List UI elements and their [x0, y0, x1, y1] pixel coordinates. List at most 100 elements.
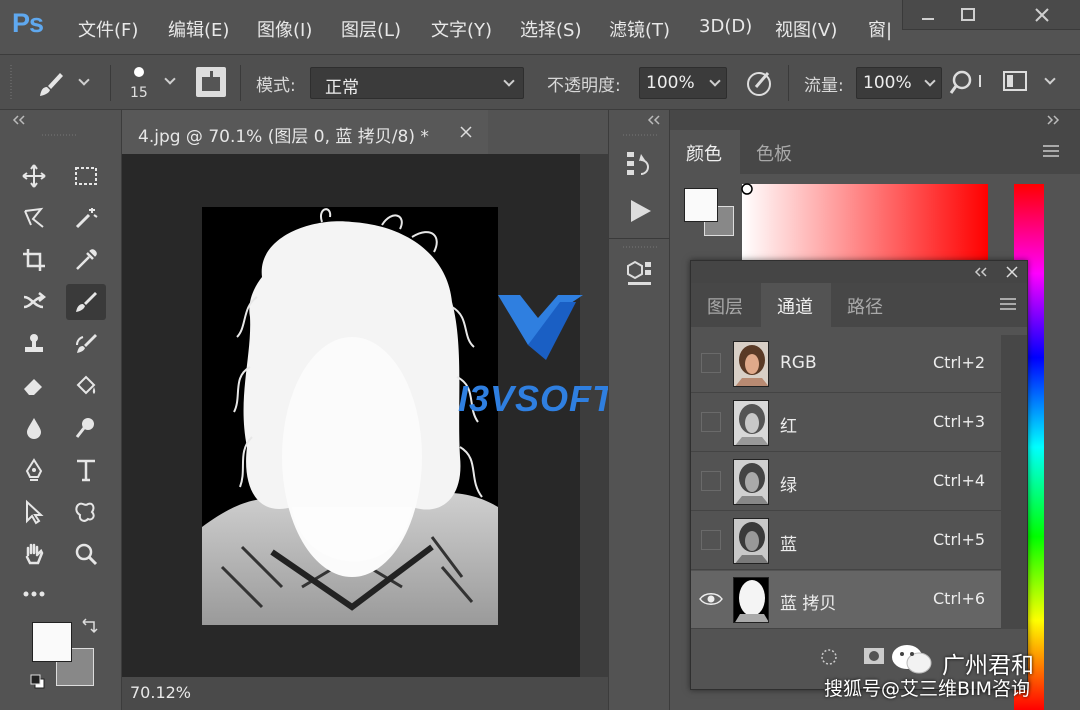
collapse-icon[interactable]	[973, 266, 989, 278]
tab-layers[interactable]: 图层	[691, 283, 761, 327]
menu-3d[interactable]: 3D(D)	[699, 16, 752, 37]
eyedropper-tool[interactable]	[66, 242, 106, 278]
menu-select[interactable]: 选择(S)	[520, 16, 581, 42]
expand-icon[interactable]	[1044, 114, 1064, 126]
zoom-level[interactable]: 70.12%	[130, 683, 191, 702]
visibility-toggle[interactable]	[701, 471, 721, 491]
brush-size-picker[interactable]: 15	[126, 61, 182, 105]
brush-tool[interactable]	[66, 284, 106, 320]
brush-tip-icon	[134, 67, 144, 77]
magic-wand-tool[interactable]	[66, 200, 106, 236]
pen-tool[interactable]	[14, 452, 54, 488]
menu-bar: Ps 文件(F) 编辑(E) 图像(I) 图层(L) 文字(Y) 选择(S) 滤…	[0, 0, 1080, 54]
chevron-down-icon	[1044, 73, 1056, 85]
menu-type[interactable]: 文字(Y)	[431, 16, 492, 42]
lasso-tool[interactable]	[14, 200, 54, 236]
default-colors-icon[interactable]	[30, 674, 46, 690]
hand-tool[interactable]	[14, 536, 54, 572]
shape-tool[interactable]	[66, 494, 106, 530]
panel-header	[670, 110, 1080, 130]
move-tool[interactable]	[14, 158, 54, 194]
paint-bucket-tool[interactable]	[66, 368, 106, 404]
channel-image[interactable]	[202, 207, 498, 625]
zoom-tool[interactable]	[66, 536, 106, 572]
channel-shortcut: Ctrl+3	[933, 412, 986, 431]
document-tab[interactable]: 4.jpg @ 70.1% (图层 0, 蓝 拷贝/8) *	[122, 110, 488, 154]
vertical-scrollbar[interactable]	[1001, 335, 1027, 629]
chevron-down-icon	[78, 74, 90, 86]
channel-thumbnail	[733, 518, 769, 564]
3d-panel-button[interactable]	[623, 256, 657, 290]
play-icon	[631, 200, 651, 222]
visibility-toggle[interactable]	[701, 412, 721, 432]
clone-stamp-tool[interactable]	[14, 326, 54, 362]
channel-row-green[interactable]: 绿 Ctrl+4	[691, 453, 1001, 511]
menu-edit[interactable]: 编辑(E)	[168, 16, 229, 42]
pressure-opacity-button[interactable]	[744, 67, 776, 99]
edit-toolbar-button[interactable]	[14, 576, 54, 612]
path-selection-tool[interactable]	[14, 494, 54, 530]
credit-line2: 搜狐号@艾三维BIM咨询	[824, 678, 1031, 700]
symmetry-icon	[1003, 71, 1027, 91]
brush-settings-button[interactable]	[196, 67, 226, 97]
menu-image[interactable]: 图像(I)	[257, 16, 312, 42]
flow-input[interactable]: 100%	[856, 67, 942, 99]
close-button[interactable]	[1003, 0, 1080, 30]
status-bar: 70.12%	[122, 677, 608, 710]
eye-icon[interactable]	[699, 591, 723, 607]
maximize-button[interactable]	[943, 0, 993, 30]
load-selection-icon[interactable]	[819, 647, 839, 667]
tab-channels[interactable]: 通道	[761, 283, 831, 327]
marquee-tool[interactable]	[66, 158, 106, 194]
color-field[interactable]	[742, 184, 988, 264]
menu-view[interactable]: 视图(V)	[775, 16, 837, 42]
type-tool[interactable]	[66, 452, 106, 488]
channel-row-blue-copy[interactable]: 蓝 拷贝 Ctrl+6	[691, 571, 1001, 629]
foreground-color-swatch[interactable]	[684, 188, 718, 222]
channel-row-red[interactable]: 红 Ctrl+3	[691, 394, 1001, 452]
crop-tool[interactable]	[14, 242, 54, 278]
channel-name: 红	[780, 417, 797, 437]
channel-row-rgb[interactable]: RGB Ctrl+2	[691, 335, 1001, 393]
menu-layer[interactable]: 图层(L)	[341, 16, 401, 42]
zoom-icon	[75, 543, 98, 566]
tab-swatches[interactable]: 色板	[740, 130, 806, 174]
crop-icon	[23, 249, 45, 271]
dodge-tool[interactable]	[66, 410, 106, 446]
history-panel-button[interactable]	[623, 148, 657, 182]
visibility-toggle[interactable]	[701, 530, 721, 550]
menu-file[interactable]: 文件(F)	[78, 16, 138, 42]
channel-row-blue[interactable]: 蓝 Ctrl+5	[691, 512, 1001, 570]
menu-icon[interactable]	[1042, 144, 1060, 158]
channel-name: RGB	[780, 353, 817, 373]
save-selection-icon[interactable]	[863, 647, 885, 665]
visibility-toggle[interactable]	[701, 353, 721, 373]
brush-size-value: 15	[130, 85, 148, 101]
actions-panel-button[interactable]	[623, 194, 657, 228]
tab-color[interactable]: 颜色	[670, 130, 740, 174]
tools-panel	[0, 110, 122, 710]
collapse-icon[interactable]	[645, 114, 665, 126]
menu-icon[interactable]	[999, 297, 1017, 311]
history-brush-tool[interactable]	[66, 326, 106, 362]
healing-tool[interactable]	[14, 284, 54, 320]
brush-symmetry-button[interactable]	[1000, 67, 1064, 99]
menu-window[interactable]: 窗|	[868, 16, 892, 42]
menu-filter[interactable]: 滤镜(T)	[609, 16, 670, 42]
tab-paths[interactable]: 路径	[831, 283, 901, 327]
channel-shortcut: Ctrl+4	[933, 471, 986, 490]
app-logo: Ps	[12, 8, 44, 38]
blend-mode-select[interactable]: 正常	[310, 67, 524, 99]
foreground-color-swatch[interactable]	[32, 622, 72, 662]
opacity-input[interactable]: 100%	[639, 67, 727, 99]
mask-thumbnail	[734, 578, 768, 622]
airbrush-button[interactable]	[948, 67, 984, 99]
eraser-tool[interactable]	[14, 368, 54, 404]
close-icon[interactable]	[460, 126, 472, 138]
collapse-icon[interactable]	[10, 114, 30, 126]
tool-preset-picker[interactable]	[36, 67, 96, 101]
blur-tool[interactable]	[14, 410, 54, 446]
close-icon[interactable]	[1005, 265, 1019, 279]
swap-colors-icon[interactable]	[80, 618, 98, 636]
channel-shortcut: Ctrl+2	[933, 353, 986, 372]
